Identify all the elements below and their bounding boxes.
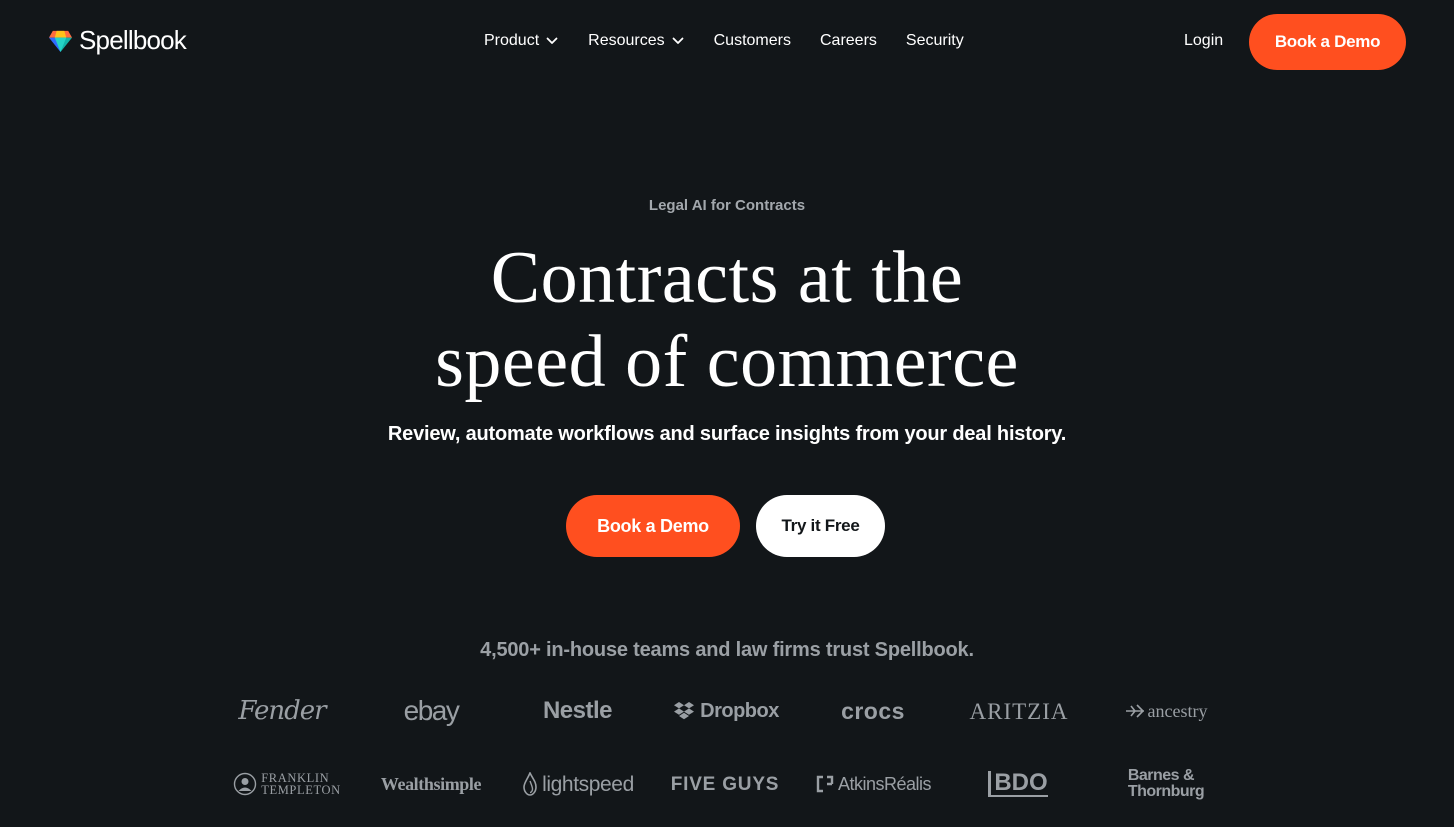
dropbox-icon bbox=[674, 702, 695, 720]
franklin-templeton-logo: FRANKLIN TEMPLETON bbox=[226, 762, 348, 806]
flame-icon bbox=[523, 772, 537, 796]
hero-book-demo-button[interactable]: Book a Demo bbox=[566, 495, 740, 557]
ancestry-logo: ancestry bbox=[1108, 689, 1224, 733]
header-book-demo-button[interactable]: Book a Demo bbox=[1249, 14, 1406, 70]
hero-headline-line2: speed of commerce bbox=[435, 321, 1019, 403]
logo-text: Wealthsimple bbox=[380, 774, 482, 794]
wealthsimple-logo: Wealthsimple bbox=[368, 762, 494, 806]
lightspeed-logo: lightspeed bbox=[518, 762, 638, 806]
logo-text: ebay bbox=[403, 695, 460, 726]
chevron-down-icon bbox=[546, 37, 558, 44]
nav-item-label: Product bbox=[484, 32, 540, 49]
logo-text: BDO bbox=[988, 771, 1048, 797]
hero-headline: Contracts at the speed of commerce bbox=[0, 236, 1454, 404]
nav-item-label: Resources bbox=[588, 32, 665, 49]
ebay-logo: ebay bbox=[380, 689, 482, 733]
nav-item-security[interactable]: Security bbox=[906, 32, 964, 50]
logo-text: crocs bbox=[841, 697, 905, 724]
nav-item-customers[interactable]: Customers bbox=[714, 32, 791, 50]
nav-item-resources[interactable]: Resources bbox=[588, 32, 684, 50]
hero-eyebrow: Legal AI for Contracts bbox=[648, 197, 806, 214]
brand-name: Spellbook bbox=[79, 25, 187, 55]
logo-text-stack: Barnes & Thornburg bbox=[1127, 767, 1205, 800]
trust-text: 4,500+ in-house teams and law firms trus… bbox=[480, 639, 974, 661]
fender-logo: Fender bbox=[232, 689, 332, 733]
logo-text: Barnes & bbox=[1127, 767, 1195, 784]
hero-try-free-button[interactable]: Try it Free bbox=[756, 495, 885, 557]
barnes-thornburg-logo: Barnes & Thornburg bbox=[1118, 762, 1214, 806]
logo-text: TEMPLETON bbox=[261, 783, 341, 797]
nav-item-careers[interactable]: Careers bbox=[820, 32, 877, 50]
logo-text: AtkinsRéalis bbox=[837, 774, 932, 794]
site-header: Spellbook Product Resources Customers Ca… bbox=[0, 0, 1454, 84]
nav-item-label: Security bbox=[905, 32, 964, 49]
leaf-arrow-icon bbox=[1125, 704, 1144, 718]
crocs-logo: crocs bbox=[828, 689, 918, 733]
nav-item-label: Careers bbox=[819, 32, 877, 49]
hero-subhead: Review, automate workflows and surface i… bbox=[387, 423, 1067, 445]
hero-headline-line1: Contracts at the bbox=[490, 237, 964, 319]
logo-text: FIVE GUYS bbox=[670, 773, 780, 795]
logo-text: Thornburg bbox=[1127, 783, 1205, 800]
dropbox-logo: Dropbox bbox=[670, 689, 782, 733]
nav-item-label: Customers bbox=[713, 32, 791, 49]
logo-text: Nestle bbox=[542, 697, 613, 724]
logo-text: ARITZIA bbox=[969, 698, 1069, 724]
logo-text-stack: FRANKLIN TEMPLETON bbox=[261, 772, 341, 797]
nav-item-product[interactable]: Product bbox=[484, 32, 558, 50]
bdo-logo: BDO bbox=[984, 762, 1052, 806]
aritzia-logo: ARITZIA bbox=[970, 689, 1068, 733]
five-guys-logo: FIVE GUYS bbox=[664, 762, 786, 806]
portrait-medallion-icon bbox=[234, 772, 257, 796]
login-link[interactable]: Login bbox=[1184, 30, 1223, 52]
logo-text: Fender bbox=[238, 696, 326, 726]
main-nav: Product Resources Customers Careers Secu… bbox=[484, 30, 964, 52]
atkinsrealis-logo: AtkinsRéalis bbox=[810, 762, 936, 806]
brand-logo-link[interactable]: Spellbook bbox=[48, 25, 187, 55]
logo-text: lightspeed bbox=[542, 772, 634, 796]
chevron-down-icon bbox=[672, 37, 684, 44]
nestle-logo: Nestle bbox=[530, 689, 625, 733]
logo-text: ancestry bbox=[1147, 701, 1208, 721]
atkins-mark-icon bbox=[816, 775, 834, 793]
logo-text: Dropbox bbox=[700, 700, 779, 722]
gem-icon bbox=[48, 30, 73, 52]
